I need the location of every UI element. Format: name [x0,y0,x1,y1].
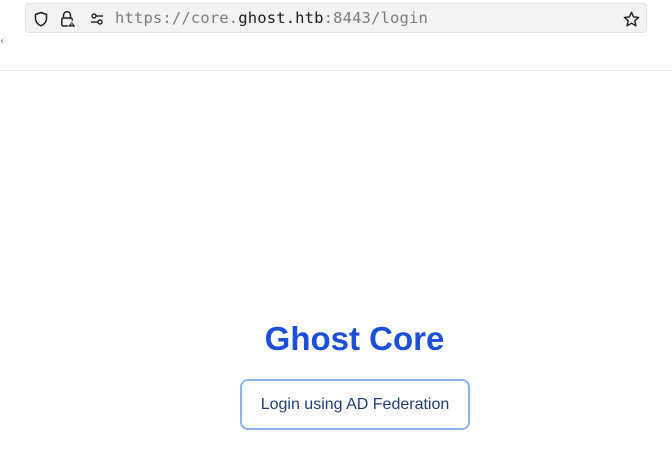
url-scheme: https:// [115,9,191,27]
sidebar-edge-mark: ‹ [0,36,4,47]
lock-warning-icon[interactable] [59,10,77,28]
permissions-icon[interactable] [88,10,106,28]
browser-toolbar: ‹ https://core.ghost.htb:8443/login [0,0,672,71]
ad-federation-login-button[interactable]: Login using AD Federation [240,379,470,430]
page-title: Ghost Core [264,320,445,357]
url-subdomain: core. [190,9,239,27]
star-icon[interactable] [622,10,640,28]
url-port-path: :8443/login [323,9,428,27]
url-bar[interactable]: https://core.ghost.htb:8443/login [25,3,647,33]
shield-icon[interactable] [32,10,50,28]
url-host: ghost.htb [238,9,324,27]
url-text[interactable]: https://core.ghost.htb:8443/login [115,4,428,32]
